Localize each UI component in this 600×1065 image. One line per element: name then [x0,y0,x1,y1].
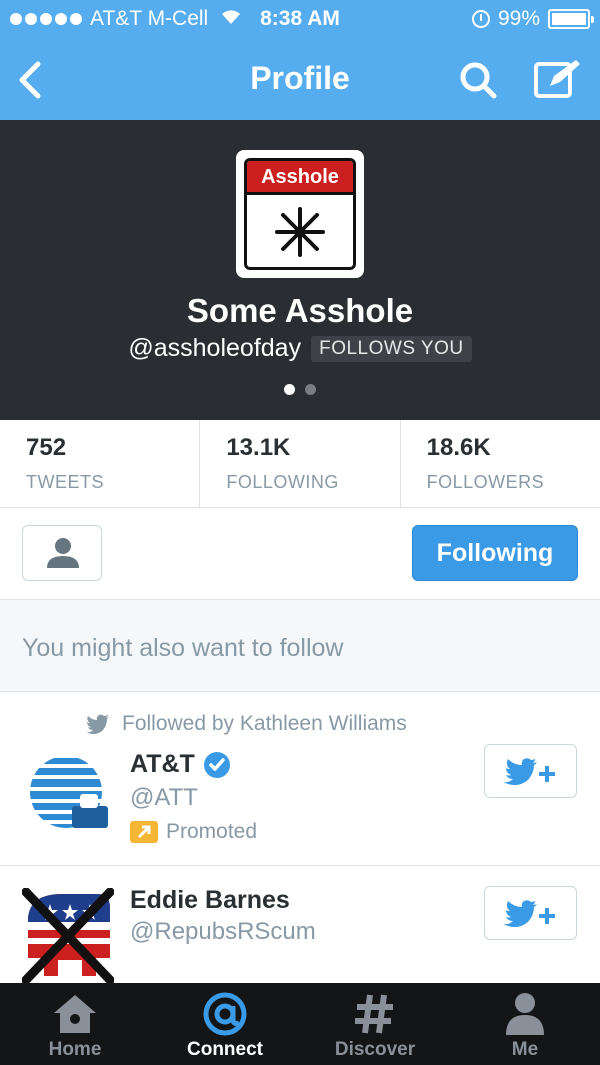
stat-label: FOLLOWERS [426,472,545,492]
person-icon [47,538,79,568]
follows-you-badge: FOLLOWS YOU [311,335,472,362]
stat-followers[interactable]: 18.6K FOLLOWERS [401,420,600,507]
page-title: Profile [250,60,350,96]
suggestion-item[interactable]: Eddie Barnes @RepubsRScum [0,866,600,984]
battery-percent: 99% [497,7,540,30]
follow-add-button[interactable] [484,886,577,940]
follow-bird-plus-icon [502,758,555,786]
page-dot-1 [284,384,295,395]
avatar[interactable]: Asshole [236,150,364,278]
following-button[interactable]: Following [412,525,578,581]
compose-button[interactable] [532,56,582,102]
stat-label: TWEETS [26,472,104,492]
promoted-label: Promoted [130,820,257,844]
social-context-text: Followed by Kathleen Williams [122,712,407,735]
stat-value: 13.1K [226,434,291,461]
tab-label: Connect [187,1039,263,1060]
avatar-label: Asshole [247,161,353,195]
profile-header: Asshole Some Asshole @assholeofday FOLLO… [0,120,600,420]
gop-elephant-avatar[interactable] [22,888,114,984]
suggestions-header: You might also want to follow [0,600,600,692]
tab-discover[interactable]: Discover [300,983,450,1065]
user-actions-button[interactable] [22,525,102,581]
at-icon [203,992,247,1036]
suggestion-name-row: Eddie Barnes [130,886,290,915]
att-avatar[interactable] [28,754,110,836]
compose-icon [534,60,580,98]
nav-bar: Profile [0,40,600,120]
suggestion-name: AT&T [130,750,195,778]
suggestion-handle: @RepubsRScum [130,918,316,945]
search-button[interactable] [458,58,498,102]
suggestions-heading: You might also want to follow [22,634,344,662]
profile-actions: Following [0,508,600,600]
profile-name: Some Asshole [186,292,414,329]
home-icon [54,995,96,1033]
tab-home[interactable]: Home [0,983,150,1065]
tab-label: Discover [334,1039,416,1060]
profile-handle: @assholeofday [128,334,302,362]
status-bar: AT&T M-Cell 8:38 AM 99% [0,0,600,38]
verified-badge-icon [203,751,230,778]
follow-bird-plus-icon [502,900,555,928]
tab-me[interactable]: Me [450,983,600,1065]
twitter-bird-icon [86,714,109,734]
suggestion-name: Eddie Barnes [130,886,290,914]
battery-group: 99% [471,7,594,31]
person-icon [506,993,544,1035]
tab-label: Home [48,1039,102,1060]
promoted-icon [130,821,158,843]
asterisk-icon [275,207,325,257]
tab-label: Me [511,1039,539,1060]
tab-connect[interactable]: Connect [150,983,300,1065]
alarm-icon [471,10,490,28]
top-bar: AT&T M-Cell 8:38 AM 99% Profile [0,0,600,120]
battery-icon [548,9,594,29]
profile-stats: 752 TWEETS 13.1K FOLLOWING 18.6K FOLLOWE… [0,420,600,508]
follow-add-button[interactable] [484,744,577,798]
search-icon [460,62,497,99]
avatar-image: Asshole [244,158,356,270]
promoted-text: Promoted [166,820,258,843]
suggestion-handle: @ATT [130,784,198,811]
hashtag-icon [355,994,393,1034]
social-context: Followed by Kathleen Williams [86,712,407,736]
stat-tweets[interactable]: 752 TWEETS [0,420,201,507]
stat-value: 18.6K [426,434,491,461]
page-dot-2 [305,384,316,395]
stat-value: 752 [26,434,67,461]
page-indicator[interactable] [0,384,600,395]
stat-label: FOLLOWING [226,472,339,492]
tab-bar: Home Connect Discover Me [0,983,600,1065]
handle-row: @assholeofday FOLLOWS YOU [0,334,600,363]
suggestion-item[interactable]: Followed by Kathleen Williams AT&T @ATT … [0,692,600,866]
stat-following[interactable]: 13.1K FOLLOWING [200,420,401,507]
suggestion-name-row: AT&T [130,750,231,779]
